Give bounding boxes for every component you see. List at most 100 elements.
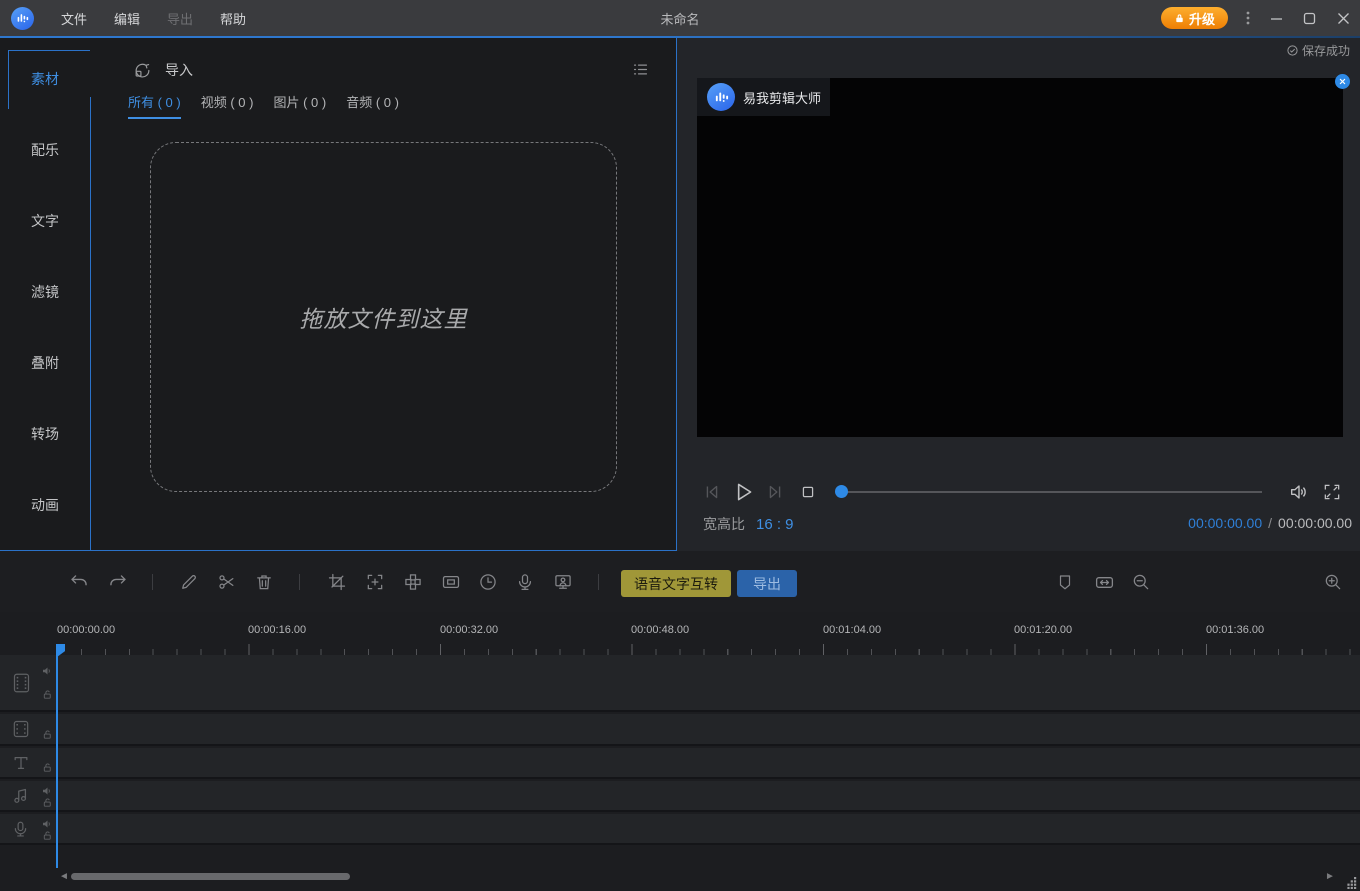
more-menu-button[interactable] <box>1233 0 1263 36</box>
track-lock-icon[interactable] <box>42 830 53 841</box>
watermark-close-icon[interactable] <box>1335 74 1350 89</box>
total-time: 00:00:00.00 <box>1278 515 1352 531</box>
duration-clock-icon[interactable] <box>476 570 500 594</box>
undo-icon[interactable] <box>67 570 91 594</box>
sidebar-item-text[interactable]: 文字 <box>0 211 90 231</box>
next-frame-button <box>762 479 788 505</box>
track-lock-icon[interactable] <box>42 762 53 773</box>
overlay-track-header <box>0 714 57 744</box>
seek-handle[interactable] <box>835 485 848 498</box>
sidebar-item-filters[interactable]: 滤镜 <box>0 282 90 302</box>
maximize-button[interactable] <box>1294 0 1324 36</box>
ruler-label: 00:00:00.00 <box>57 624 115 636</box>
volume-icon[interactable] <box>1286 479 1312 505</box>
close-button[interactable] <box>1328 0 1358 36</box>
watermark-logo-icon <box>707 83 735 111</box>
track-lock-icon[interactable] <box>42 689 53 700</box>
dropzone-hint: 拖放文件到这里 <box>300 300 468 334</box>
scissors-icon[interactable] <box>215 570 239 594</box>
text-track-header <box>0 748 57 777</box>
app-logo-icon <box>11 7 34 30</box>
speech-to-text-button[interactable]: 语音文字互转 <box>621 570 731 597</box>
playhead[interactable] <box>56 644 58 868</box>
stop-button[interactable] <box>795 479 821 505</box>
music-track-header <box>0 781 57 810</box>
toolbar-separator <box>598 574 599 590</box>
media-tabs: 所有 ( 0 ) 视频 ( 0 ) 图片 ( 0 ) 音频 ( 0 ) <box>128 92 399 119</box>
seek-slider[interactable] <box>840 491 1262 493</box>
scroll-left-icon[interactable]: ◄ <box>59 871 69 882</box>
scroll-right-icon[interactable]: ► <box>1325 871 1335 882</box>
video-track[interactable] <box>0 655 1360 712</box>
aspect-ratio-control[interactable]: 宽高比 16 : 9 <box>703 514 794 534</box>
horizontal-scrollbar[interactable] <box>71 873 350 880</box>
film-icon <box>11 719 31 739</box>
pip-icon[interactable] <box>439 570 463 594</box>
sidebar-item-transitions[interactable]: 转场 <box>0 424 90 444</box>
pencil-icon[interactable] <box>177 570 201 594</box>
text-track[interactable] <box>0 748 1360 779</box>
crop-icon[interactable] <box>325 570 349 594</box>
preview-section: 保存成功 易我剪辑大师 <box>677 38 1360 551</box>
track-mute-icon[interactable] <box>41 785 53 797</box>
ruler-label: 00:01:36.00 <box>1206 624 1264 636</box>
menu-help[interactable]: 帮助 <box>220 9 246 28</box>
import-button[interactable]: 导入 <box>133 60 193 80</box>
prev-frame-button <box>699 479 725 505</box>
timeline: 00:00:00.00 00:00:16.00 00:00:32.00 00:0… <box>0 612 1360 891</box>
zoom-out-icon[interactable] <box>1129 570 1153 594</box>
overlay-track[interactable] <box>0 714 1360 746</box>
voiceover-track[interactable] <box>0 814 1360 845</box>
sidebar-item-material[interactable]: 素材 <box>0 69 90 89</box>
app-window: 未命名 文件 编辑 导出 帮助 升级 素材 配乐 文字 <box>0 0 1360 891</box>
resize-grip-icon[interactable] <box>1345 877 1357 889</box>
tab-audio[interactable]: 音频 ( 0 ) <box>346 92 399 119</box>
tab-image[interactable]: 图片 ( 0 ) <box>273 92 326 119</box>
import-label: 导入 <box>165 60 193 80</box>
watermark: 易我剪辑大师 <box>697 78 830 116</box>
menu-file[interactable]: 文件 <box>61 9 87 28</box>
tab-video[interactable]: 视频 ( 0 ) <box>201 92 254 119</box>
upgrade-button[interactable]: 升级 <box>1161 7 1228 29</box>
play-button[interactable] <box>730 479 756 505</box>
zoom-frame-icon[interactable] <box>363 570 387 594</box>
list-view-icon[interactable] <box>631 60 650 79</box>
menu-edit[interactable]: 编辑 <box>114 9 140 28</box>
video-track-header <box>0 655 57 710</box>
track-mute-icon[interactable] <box>41 665 53 677</box>
music-track[interactable] <box>0 781 1360 812</box>
toolbar-separator <box>299 574 300 590</box>
track-mute-icon[interactable] <box>41 818 53 830</box>
music-icon <box>11 786 31 806</box>
current-time: 00:00:00.00 <box>1188 515 1262 531</box>
redo-icon[interactable] <box>105 570 129 594</box>
voiceover-mic-icon[interactable] <box>513 570 537 594</box>
preview-video[interactable]: 易我剪辑大师 <box>697 78 1343 437</box>
titlebar: 未命名 文件 编辑 导出 帮助 升级 <box>0 0 1360 36</box>
fit-width-icon[interactable] <box>1092 570 1116 594</box>
ruler-label: 00:01:04.00 <box>823 624 881 636</box>
save-status: 保存成功 <box>1286 42 1350 59</box>
fullscreen-icon[interactable] <box>1319 479 1345 505</box>
zoom-in-icon[interactable] <box>1321 570 1345 594</box>
mic-icon <box>11 819 30 838</box>
edit-toolbar: 语音文字互转 导出 <box>0 551 1360 612</box>
tab-all[interactable]: 所有 ( 0 ) <box>128 92 181 119</box>
text-icon <box>11 753 31 773</box>
track-lock-icon[interactable] <box>42 797 53 808</box>
voiceover-track-header <box>0 814 57 843</box>
screen-record-icon[interactable] <box>551 570 575 594</box>
media-section: 素材 配乐 文字 滤镜 叠附 转场 动画 导入 所有 ( 0 ) 视频 ( 0 … <box>0 38 677 551</box>
file-dropzone[interactable]: 拖放文件到这里 <box>150 142 617 492</box>
minimize-button[interactable] <box>1261 0 1291 36</box>
upgrade-label: 升级 <box>1189 9 1215 28</box>
sidebar-item-animation[interactable]: 动画 <box>0 495 90 515</box>
mosaic-icon[interactable] <box>401 570 425 594</box>
aspect-label: 宽高比 <box>703 514 745 534</box>
sidebar-item-overlays[interactable]: 叠附 <box>0 353 90 373</box>
export-button[interactable]: 导出 <box>737 570 797 597</box>
track-lock-icon[interactable] <box>42 729 53 740</box>
trash-icon[interactable] <box>252 570 276 594</box>
sidebar-item-music[interactable]: 配乐 <box>0 140 90 160</box>
lock-icon <box>1174 13 1185 24</box>
